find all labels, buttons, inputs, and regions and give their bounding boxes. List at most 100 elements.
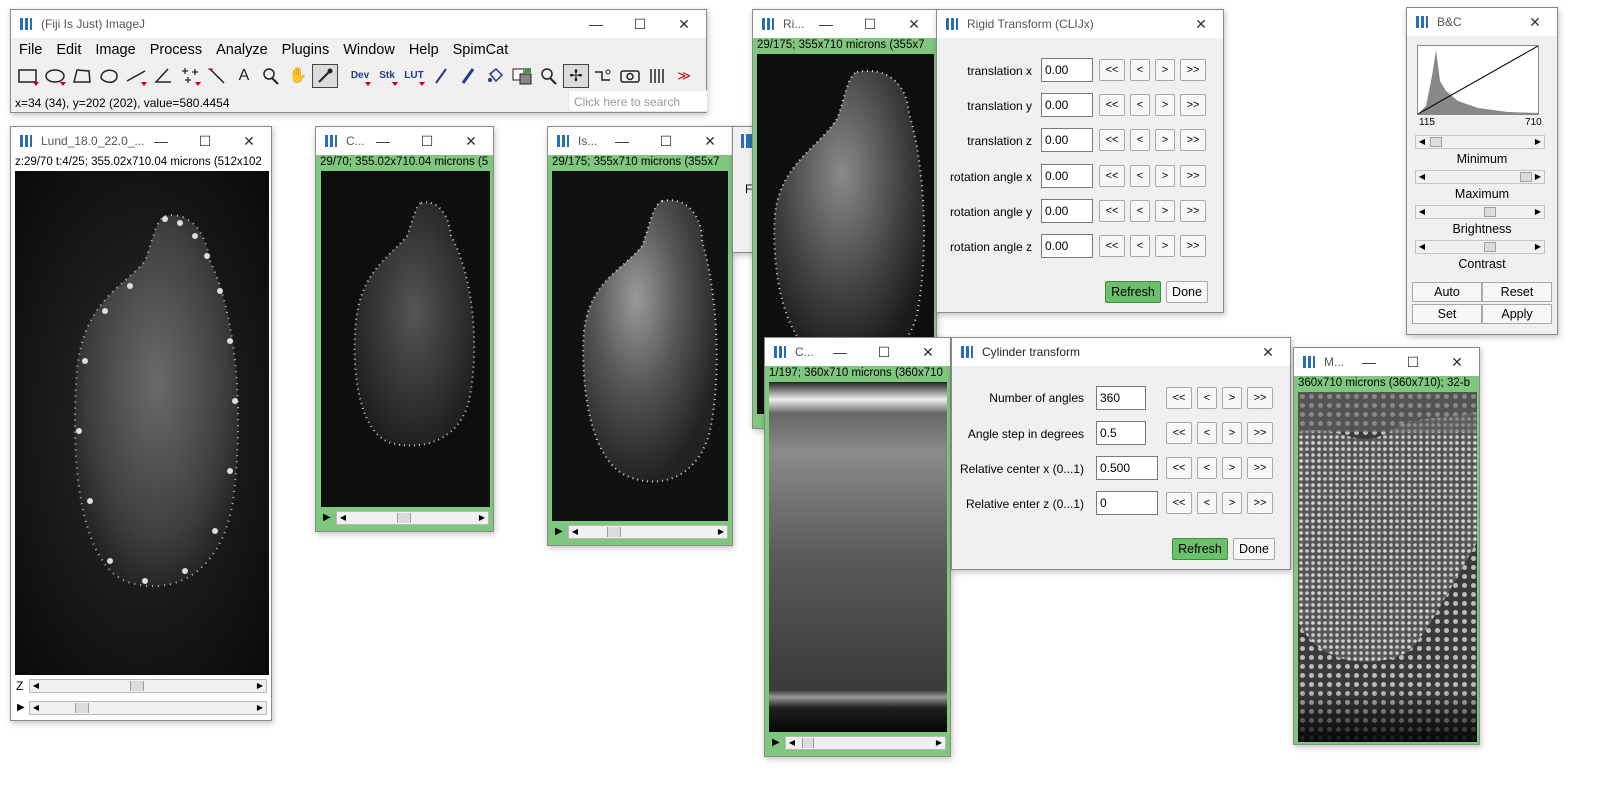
minimize-icon[interactable]: — <box>1347 348 1391 376</box>
ri-title-bar[interactable]: Ri... — ☐ ✕ <box>753 10 936 38</box>
minimize-icon[interactable]: — <box>361 127 405 155</box>
maximize-icon[interactable]: ☐ <box>1391 348 1435 376</box>
center-z-back-button[interactable]: < <box>1197 492 1217 514</box>
rotation-z-fast-back-button[interactable]: << <box>1099 235 1125 257</box>
translation-x-input[interactable]: 0.00 <box>1041 58 1093 82</box>
c-slider[interactable]: ◀ ▶ <box>336 511 489 525</box>
scroll-right-icon[interactable]: ▶ <box>476 512 488 524</box>
translation-y-input[interactable]: 0.00 <box>1041 93 1093 117</box>
brightness-slider-thumb[interactable] <box>1484 207 1496 217</box>
translation-x-fast-back-button[interactable]: << <box>1099 59 1125 81</box>
maximize-icon[interactable]: ☐ <box>405 127 449 155</box>
cylinder-title-bar[interactable]: Cylinder transform ✕ <box>952 338 1290 366</box>
rotation-z-forward-button[interactable]: > <box>1155 235 1175 257</box>
close-icon[interactable]: ✕ <box>892 10 936 38</box>
angles-fast-forward-button[interactable]: >> <box>1247 387 1273 409</box>
center-x-forward-button[interactable]: > <box>1222 457 1242 479</box>
rotation-x-fast-forward-button[interactable]: >> <box>1180 165 1206 187</box>
menu-edit[interactable]: Edit <box>49 42 88 58</box>
text-tool-icon[interactable]: A <box>231 64 257 88</box>
close-icon[interactable]: ✕ <box>227 127 271 155</box>
lut-menu-button[interactable]: LUT <box>401 64 427 88</box>
angles-fast-back-button[interactable]: << <box>1166 387 1192 409</box>
oval-tool-icon[interactable] <box>42 64 68 88</box>
multipoint-tool-icon[interactable] <box>177 64 203 88</box>
translation-y-back-button[interactable]: < <box>1130 94 1150 116</box>
maximize-icon[interactable]: ☐ <box>862 338 906 366</box>
scroll-left-icon[interactable]: ◀ <box>1416 136 1428 148</box>
rotation-z-input[interactable]: 0.00 <box>1041 234 1093 258</box>
cylinder-slider-thumb[interactable] <box>802 738 814 748</box>
bridge-icon[interactable] <box>590 64 616 88</box>
center-z-input[interactable]: 0 <box>1096 491 1158 515</box>
frames-icon[interactable] <box>644 64 670 88</box>
m-title-bar[interactable]: M... — ☐ ✕ <box>1294 348 1479 376</box>
scroll-right-icon[interactable]: ▶ <box>254 680 266 692</box>
scroll-right-icon[interactable]: ▶ <box>933 737 945 749</box>
cylinder-refresh-button[interactable]: Refresh <box>1172 538 1228 560</box>
scroll-left-icon[interactable]: ◀ <box>1416 241 1428 253</box>
minimum-slider-thumb[interactable] <box>1430 137 1442 147</box>
rigid-done-button[interactable]: Done <box>1166 281 1208 303</box>
line-tool-icon[interactable] <box>123 64 149 88</box>
auto-button[interactable]: Auto <box>1412 282 1482 302</box>
rotation-y-input[interactable]: 0.00 <box>1041 199 1093 223</box>
center-x-back-button[interactable]: < <box>1197 457 1217 479</box>
scroll-right-icon[interactable]: ▶ <box>1532 241 1544 253</box>
maximize-icon[interactable]: ☐ <box>644 127 688 155</box>
dev-menu-button[interactable]: Dev <box>347 64 373 88</box>
center-z-fast-back-button[interactable]: << <box>1166 492 1192 514</box>
rotation-y-back-button[interactable]: < <box>1130 200 1150 222</box>
menu-image[interactable]: Image <box>88 42 142 58</box>
z-slider-thumb[interactable] <box>130 681 144 691</box>
angle-step-forward-button[interactable]: > <box>1222 422 1242 444</box>
z-slider[interactable]: ◀ ▶ <box>29 679 267 693</box>
minimize-icon[interactable]: — <box>600 127 644 155</box>
flood-fill-icon[interactable] <box>482 64 508 88</box>
rotation-x-forward-button[interactable]: > <box>1155 165 1175 187</box>
more-tools-icon[interactable]: ≫ <box>671 64 697 88</box>
translation-x-back-button[interactable]: < <box>1130 59 1150 81</box>
close-icon[interactable]: ✕ <box>688 127 732 155</box>
scroll-left-icon[interactable]: ◀ <box>569 526 581 538</box>
center-z-forward-button[interactable]: > <box>1222 492 1242 514</box>
close-icon[interactable]: ✕ <box>662 10 706 38</box>
is-title-bar[interactable]: Is... — ☐ ✕ <box>548 127 732 155</box>
rotation-y-fast-forward-button[interactable]: >> <box>1180 200 1206 222</box>
zoom-icon[interactable] <box>536 64 562 88</box>
camera-icon[interactable] <box>617 64 643 88</box>
menu-analyze[interactable]: Analyze <box>209 42 275 58</box>
contrast-slider[interactable]: ◀ ▶ <box>1415 240 1545 254</box>
apply-button[interactable]: Apply <box>1482 304 1552 324</box>
lund-title-bar[interactable]: Lund_18.0_22.0_... — ☐ ✕ <box>11 127 271 155</box>
minimize-icon[interactable]: — <box>804 10 848 38</box>
rotation-x-input[interactable]: 0.00 <box>1041 164 1093 188</box>
angle-tool-icon[interactable] <box>150 64 176 88</box>
rigid-refresh-button[interactable]: Refresh <box>1105 281 1161 303</box>
rigid-title-bar[interactable]: Rigid Transform (CLIJx) ✕ <box>937 10 1223 38</box>
imagej-title-bar[interactable]: (Fiji Is Just) ImageJ — ☐ ✕ <box>11 10 706 38</box>
cylinder-image-title-bar[interactable]: C... — ☐ ✕ <box>765 338 950 366</box>
stk-menu-button[interactable]: Stk <box>374 64 400 88</box>
magnifier-icon[interactable] <box>258 64 284 88</box>
menu-file[interactable]: File <box>12 42 49 58</box>
c-slider-thumb[interactable] <box>397 513 411 523</box>
set-button[interactable]: Set <box>1412 304 1482 324</box>
translation-y-fast-forward-button[interactable]: >> <box>1180 94 1206 116</box>
translation-x-forward-button[interactable]: > <box>1155 59 1175 81</box>
wand-tool-icon[interactable] <box>204 64 230 88</box>
minimize-icon[interactable]: — <box>818 338 862 366</box>
play-icon[interactable]: ▶ <box>323 511 333 525</box>
scroll-left-icon[interactable]: ◀ <box>337 512 349 524</box>
play-icon[interactable]: ▶ <box>17 701 27 715</box>
close-icon[interactable]: ✕ <box>1179 10 1223 38</box>
rotation-z-back-button[interactable]: < <box>1130 235 1150 257</box>
menu-process[interactable]: Process <box>143 42 209 58</box>
translation-z-fast-forward-button[interactable]: >> <box>1180 129 1206 151</box>
t-slider-thumb[interactable] <box>75 703 89 713</box>
minimize-icon[interactable]: — <box>574 10 618 38</box>
close-icon[interactable]: ✕ <box>906 338 950 366</box>
is-slider-thumb[interactable] <box>607 527 621 537</box>
scroll-right-icon[interactable]: ▶ <box>715 526 727 538</box>
scroll-right-icon[interactable]: ▶ <box>1532 136 1544 148</box>
